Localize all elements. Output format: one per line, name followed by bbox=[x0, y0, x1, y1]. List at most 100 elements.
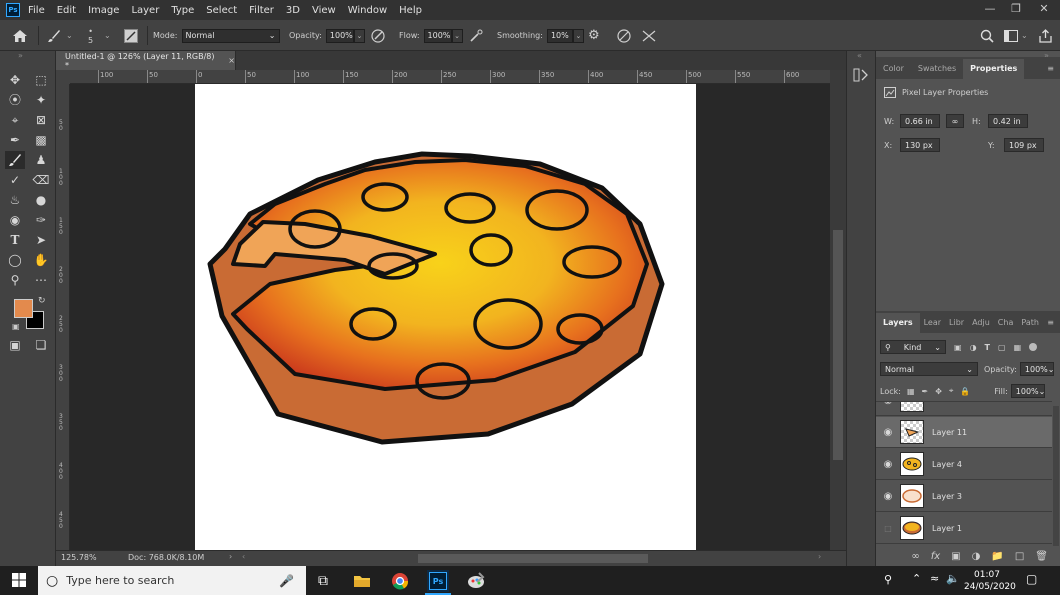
volume-icon[interactable]: 🔈 bbox=[946, 572, 960, 585]
pressure-opacity-icon[interactable] bbox=[370, 20, 386, 51]
clock[interactable]: 01:07 24/05/2020 bbox=[964, 569, 1016, 593]
eraser-tool-icon[interactable]: ⌫ bbox=[31, 171, 51, 189]
x-input[interactable]: 130 px bbox=[900, 138, 940, 152]
menu-filter[interactable]: Filter bbox=[249, 5, 274, 16]
height-input[interactable]: 0.42 in bbox=[988, 114, 1028, 128]
wifi-icon[interactable]: ≈ bbox=[930, 572, 939, 585]
marquee-tool-icon[interactable]: ⬚ bbox=[31, 71, 51, 89]
type-tool-icon[interactable]: T bbox=[5, 231, 25, 249]
opacity-chevron-icon[interactable]: ⌄ bbox=[353, 28, 365, 43]
tab-layers[interactable]: Layers bbox=[876, 313, 920, 333]
trash-icon[interactable]: 🗑 bbox=[1035, 551, 1048, 562]
history-panel-icon[interactable] bbox=[853, 67, 869, 86]
hidden-eye-icon[interactable]: □ bbox=[876, 524, 900, 533]
people-icon[interactable]: ⚲ bbox=[884, 573, 892, 586]
layer-row[interactable]: ◉ Layer 11 bbox=[876, 417, 1052, 448]
scroll-right-icon[interactable]: › bbox=[818, 552, 821, 561]
menu-file[interactable]: File bbox=[28, 5, 45, 16]
clone-stamp-tool-icon[interactable]: ♟ bbox=[31, 151, 51, 169]
brush-settings-icon[interactable] bbox=[124, 20, 138, 51]
brush-size-chevron-icon[interactable]: ⌄ bbox=[104, 20, 111, 51]
link-dimensions-icon[interactable]: ∞ bbox=[946, 114, 964, 128]
tab-channels[interactable]: Cha bbox=[994, 313, 1018, 333]
layer-row[interactable]: □ Layer 1 bbox=[876, 513, 1052, 544]
menu-image[interactable]: Image bbox=[88, 5, 119, 16]
chrome-icon[interactable] bbox=[389, 570, 411, 592]
spot-healing-tool-icon[interactable]: ▩ bbox=[31, 131, 51, 149]
tab-adjustments[interactable]: Adju bbox=[968, 313, 994, 333]
brush-tool-icon[interactable] bbox=[5, 151, 25, 169]
close-tab-icon[interactable]: × bbox=[228, 56, 235, 65]
filter-adjustment-icon[interactable]: ◑ bbox=[970, 343, 977, 352]
crop-tool-icon[interactable]: ⌖ bbox=[5, 111, 25, 129]
menu-view[interactable]: View bbox=[312, 5, 336, 16]
add-mask-icon[interactable]: ▣ bbox=[951, 551, 960, 562]
layer-filter-select[interactable]: ⚲ Kind ⌄ bbox=[880, 340, 946, 354]
chevron-down-icon[interactable]: ⌄ bbox=[66, 31, 73, 40]
status-menu-icon[interactable]: › bbox=[229, 552, 232, 561]
zoom-level[interactable]: 125.78% bbox=[61, 553, 97, 562]
menu-3d[interactable]: 3D bbox=[286, 5, 300, 16]
menu-type[interactable]: Type bbox=[171, 5, 194, 16]
lock-all-icon[interactable]: 🔒 bbox=[960, 387, 970, 396]
document-tab[interactable]: Untitled-1 @ 126% (Layer 11, RGB/8) * × bbox=[56, 51, 236, 70]
file-explorer-icon[interactable] bbox=[351, 570, 373, 592]
close-icon[interactable]: ✕ bbox=[1032, 2, 1056, 18]
eye-icon[interactable]: ◉ bbox=[876, 427, 900, 438]
menu-window[interactable]: Window bbox=[348, 5, 387, 16]
lock-artboard-icon[interactable]: ⌖ bbox=[949, 386, 954, 396]
horizontal-ruler[interactable]: 100 50 0 50 100 150 200 250 300 350 400 450 500 550 60… bbox=[70, 70, 830, 84]
menu-layer[interactable]: Layer bbox=[131, 5, 159, 16]
blur-tool-icon[interactable]: ● bbox=[31, 191, 51, 209]
more-tools-icon[interactable]: ⋯ bbox=[31, 271, 51, 289]
screen-mode-icon[interactable]: ❏ bbox=[31, 336, 51, 354]
lock-pixels-icon[interactable]: ✒ bbox=[922, 387, 929, 396]
layer-row-partial[interactable]: ◉ bbox=[876, 402, 1052, 416]
minimize-icon[interactable]: — bbox=[978, 2, 1002, 18]
layers-scrollbar[interactable] bbox=[1053, 406, 1059, 546]
tab-color[interactable]: Color bbox=[876, 59, 911, 79]
magic-wand-tool-icon[interactable]: ✦ bbox=[31, 91, 51, 109]
new-layer-icon[interactable]: □ bbox=[1015, 551, 1024, 562]
eyedropper-tool-icon[interactable]: ✒ bbox=[5, 131, 25, 149]
flow-input[interactable]: 100% bbox=[423, 28, 452, 43]
swap-colors-icon[interactable]: ↻ bbox=[38, 296, 46, 306]
layer-row[interactable]: ◉ Layer 4 bbox=[876, 449, 1052, 480]
share-icon[interactable] bbox=[1039, 20, 1052, 51]
scrollbar-thumb[interactable] bbox=[833, 230, 843, 460]
eye-icon[interactable]: ◉ bbox=[876, 459, 900, 470]
menu-edit[interactable]: Edit bbox=[57, 5, 76, 16]
quick-mask-icon[interactable]: ▣ bbox=[5, 336, 25, 354]
filter-shape-icon[interactable]: ▢ bbox=[998, 343, 1006, 352]
layers-list[interactable]: ◉ ◉ Layer 11 ◉ Layer 4 ◉ Layer 3 □ Layer… bbox=[876, 401, 1052, 549]
history-brush-tool-icon[interactable]: ✓ bbox=[5, 171, 25, 189]
microphone-icon[interactable]: 🎤 bbox=[279, 574, 294, 588]
layers-menu-icon[interactable]: ≡ bbox=[1047, 313, 1060, 333]
brush-size-picker[interactable]: • 5 bbox=[88, 20, 93, 51]
blend-mode-select[interactable]: Normal ⌄ bbox=[880, 362, 978, 376]
link-layers-icon[interactable]: ∞ bbox=[911, 551, 919, 562]
lasso-tool-icon[interactable]: ⦿ bbox=[5, 91, 25, 109]
tab-paths[interactable]: Path bbox=[1017, 313, 1043, 333]
search-icon[interactable] bbox=[980, 20, 994, 51]
smoothing-chevron-icon[interactable]: ⌄ bbox=[572, 28, 584, 43]
tab-learn[interactable]: Lear bbox=[920, 313, 945, 333]
default-colors-icon[interactable]: ▣ bbox=[12, 322, 20, 331]
airbrush-icon[interactable] bbox=[468, 20, 484, 51]
paint-bucket-tool-icon[interactable]: ♨ bbox=[5, 191, 25, 209]
hand-tool-icon[interactable]: ✋ bbox=[31, 251, 51, 269]
expand-panels-icon[interactable]: « bbox=[857, 51, 862, 60]
filter-pixel-icon[interactable]: ▣ bbox=[954, 343, 962, 352]
ellipse-tool-icon[interactable]: ◯ bbox=[5, 251, 25, 269]
canvas-vertical-scrollbar[interactable] bbox=[830, 70, 846, 550]
opacity-input[interactable]: 100% bbox=[325, 28, 354, 43]
notification-icon[interactable]: ▢ bbox=[1026, 572, 1037, 586]
canvas-area[interactable] bbox=[70, 84, 830, 550]
lock-position-icon[interactable]: ✥ bbox=[935, 387, 942, 396]
smoothing-input[interactable]: 10% bbox=[546, 28, 573, 43]
y-input[interactable]: 109 px bbox=[1004, 138, 1044, 152]
new-group-icon[interactable]: 📁 bbox=[991, 551, 1003, 562]
workspace-icon[interactable]: ⌄ bbox=[1004, 20, 1028, 51]
layer-row[interactable]: ◉ Layer 3 bbox=[876, 481, 1052, 512]
menu-help[interactable]: Help bbox=[399, 5, 422, 16]
